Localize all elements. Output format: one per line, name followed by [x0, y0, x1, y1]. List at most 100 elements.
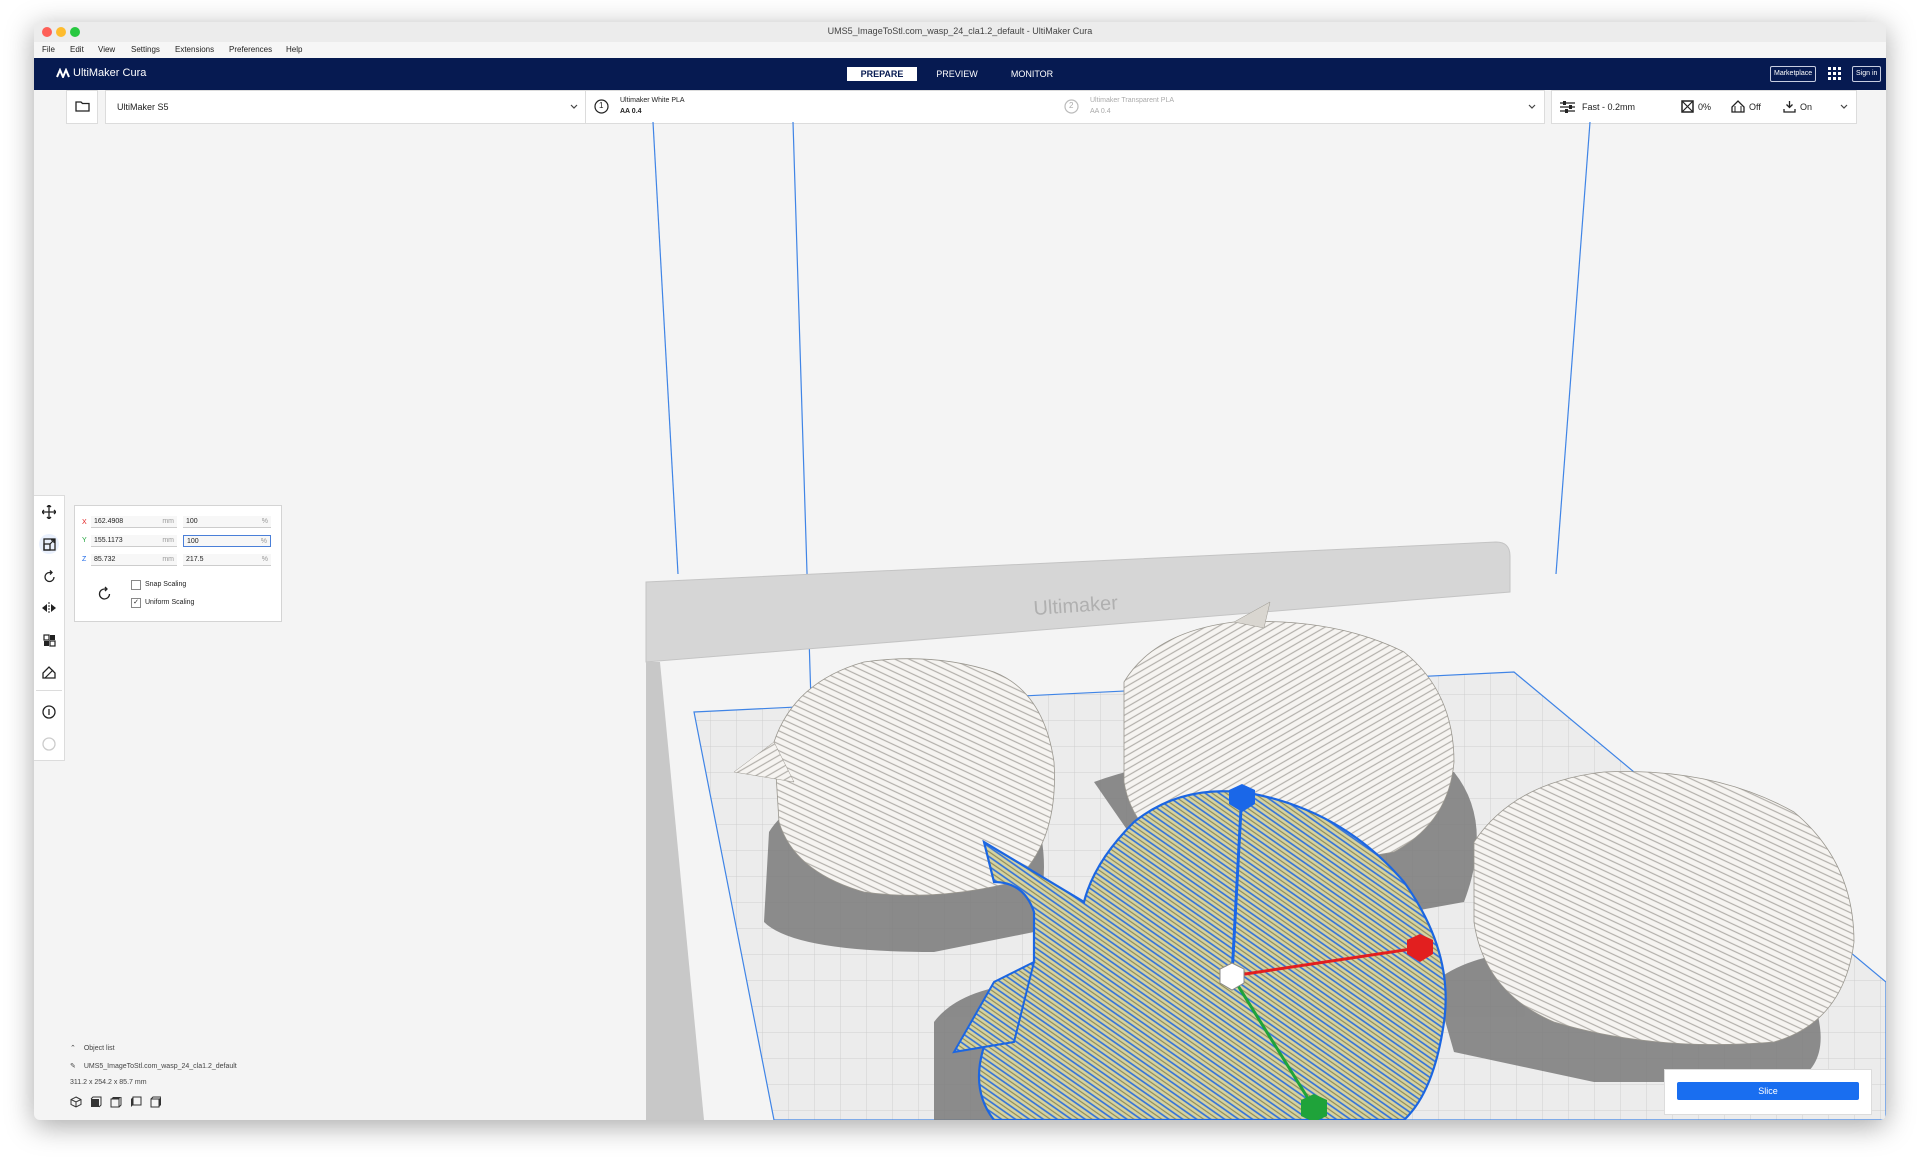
per-model-settings-icon: [42, 633, 56, 647]
menu-extensions[interactable]: Extensions: [175, 45, 214, 54]
scale-panel: X Y Z 162.4908 mm 155.1173 mm 85.732 mm 100…: [74, 505, 282, 622]
window-title: UMS5_ImageToStl.com_wasp_24_cla1.2_defau…: [827, 26, 1093, 36]
unit-pct: %: [261, 518, 268, 525]
extruder-2-number: 2: [1069, 101, 1074, 110]
snap-scaling-label: Snap Scaling: [145, 581, 187, 588]
infill-value: 0%: [1698, 102, 1712, 112]
extruder-2-tool-button[interactable]: [39, 734, 59, 754]
tab-preview[interactable]: PREVIEW: [927, 67, 987, 81]
menu-bar: File Edit View Settings Extensions Prefe…: [34, 42, 1886, 59]
axis-y-label: Y: [82, 537, 87, 544]
menu-help[interactable]: Help: [286, 45, 302, 54]
object-file-name: UMS5_ImageToStl.com_wasp_24_cla1.2_defau…: [83, 1063, 237, 1070]
left-view-icon[interactable]: [130, 1096, 142, 1108]
slice-panel: Slice: [1664, 1069, 1872, 1115]
object-list-toggle-label: Object list: [83, 1045, 115, 1052]
extruder-1-tool-button[interactable]: [39, 702, 59, 722]
slice-button[interactable]: Slice: [1677, 1082, 1859, 1100]
toolbar-divider: [36, 690, 62, 691]
view-orientation-buttons: [70, 1096, 162, 1108]
menu-settings[interactable]: Settings: [131, 45, 160, 54]
unit-mm: mm: [162, 537, 174, 544]
object-list-item[interactable]: ✎ UMS5_ImageToStl.com_wasp_24_cla1.2_def…: [70, 1062, 237, 1070]
left-toolbar: [34, 495, 65, 761]
per-model-settings-button[interactable]: [39, 630, 59, 650]
uniform-scaling-label: Uniform Scaling: [145, 599, 195, 606]
move-icon: [42, 505, 56, 519]
adhesion-value: On: [1800, 102, 1813, 112]
tab-monitor[interactable]: MONITOR: [997, 67, 1067, 81]
extruder-2-icon: [42, 737, 56, 751]
scale-z-pct-value: 217.5: [186, 556, 204, 563]
scale-x-mm-input[interactable]: 162.4908 mm: [91, 516, 177, 528]
build-plate-side: [646, 662, 704, 1120]
axis-x-label: X: [82, 519, 87, 526]
scale-x-pct-input[interactable]: 100%: [183, 516, 271, 528]
unit-pct: %: [260, 538, 267, 545]
print-settings-selector[interactable]: Fast - 0.2mm 0% Off On: [1551, 90, 1857, 124]
scale-y-pct-input[interactable]: 100%: [183, 535, 271, 547]
unit-pct: %: [261, 556, 268, 563]
material-selector[interactable]: 1 Ultimaker White PLA AA 0.4 2 Ultimaker…: [585, 90, 1545, 124]
extruder-1-material: Ultimaker White PLA: [620, 97, 685, 104]
scale-z-mm-input[interactable]: 85.732 mm: [91, 554, 177, 566]
uniform-scaling-checkbox[interactable]: ✓: [131, 598, 141, 608]
reset-scale-icon[interactable]: [98, 586, 112, 600]
app-logo: UltiMaker Cura: [56, 67, 146, 79]
apps-grid-icon[interactable]: [1828, 67, 1841, 80]
3d-viewport[interactable]: Ultimaker: [34, 122, 1886, 1120]
rotate-icon: [43, 569, 55, 582]
rotate-tool-button[interactable]: [39, 566, 59, 586]
folder-icon: [75, 101, 90, 112]
scale-x-pct-value: 100: [186, 518, 198, 525]
extruder-1-core: AA 0.4: [620, 108, 642, 115]
unit-mm: mm: [162, 556, 174, 563]
open-file-button[interactable]: [66, 90, 98, 124]
app-logo-text: UltiMaker Cura: [73, 67, 147, 79]
sign-in-button[interactable]: Sign in: [1852, 66, 1882, 82]
adhesion-icon: [1783, 101, 1796, 113]
extruder-2-core: AA 0.4: [1090, 108, 1111, 115]
scale-icon: [42, 537, 56, 551]
scale-z-pct-input[interactable]: 217.5%: [183, 554, 271, 566]
printer-name: UltiMaker S5: [117, 102, 169, 112]
scale-y-mm-input[interactable]: 155.1173 mm: [91, 535, 177, 547]
chevron-down-icon: [1528, 104, 1536, 109]
profile-label: Fast - 0.2mm: [1582, 102, 1636, 112]
chevron-down-icon: [570, 104, 578, 109]
menu-file[interactable]: File: [42, 45, 55, 54]
extruder-1-icon: [42, 705, 56, 719]
ultimaker-logo-icon: [56, 68, 70, 78]
extruder-1-number: 1: [599, 101, 604, 110]
title-bar: UMS5_ImageToStl.com_wasp_24_cla1.2_defau…: [34, 22, 1886, 43]
snap-scaling-checkbox[interactable]: [131, 580, 141, 590]
model-object-right[interactable]: [1473, 771, 1855, 1045]
app-header: UltiMaker Cura PREPARE PREVIEW MONITOR M…: [34, 58, 1886, 90]
top-view-icon[interactable]: [110, 1096, 122, 1108]
scale-tool-button[interactable]: [39, 534, 59, 554]
mirror-tool-button[interactable]: [39, 598, 59, 618]
marketplace-button[interactable]: Marketplace: [1770, 66, 1817, 82]
front-view-icon[interactable]: [90, 1096, 102, 1108]
support-blocker-button[interactable]: [39, 662, 59, 682]
menu-preferences[interactable]: Preferences: [229, 45, 272, 54]
object-list-toggle[interactable]: ⌃ Object list: [70, 1044, 115, 1052]
axis-z-label: Z: [82, 556, 87, 563]
tab-prepare[interactable]: PREPARE: [847, 67, 917, 81]
3d-view-icon[interactable]: [70, 1096, 82, 1108]
support-value: Off: [1749, 102, 1761, 112]
move-tool-button[interactable]: [39, 502, 59, 522]
mirror-icon: [42, 602, 56, 614]
app-window: UMS5_ImageToStl.com_wasp_24_cla1.2_defau…: [34, 22, 1886, 1120]
menu-edit[interactable]: Edit: [70, 45, 84, 54]
printer-selector[interactable]: UltiMaker S5: [105, 90, 587, 124]
menu-view[interactable]: View: [98, 45, 115, 54]
pencil-icon: ✎: [70, 1063, 76, 1070]
scale-z-mm-value: 85.732: [94, 556, 116, 563]
right-view-icon[interactable]: [150, 1096, 162, 1108]
chevron-up-icon: ⌃: [70, 1045, 76, 1052]
extruder-2-material: Ultimaker Transparent PLA: [1090, 97, 1175, 104]
build-volume-scene[interactable]: Ultimaker: [34, 122, 1886, 1120]
chevron-down-icon: [1840, 104, 1848, 109]
unit-mm: mm: [162, 518, 174, 525]
